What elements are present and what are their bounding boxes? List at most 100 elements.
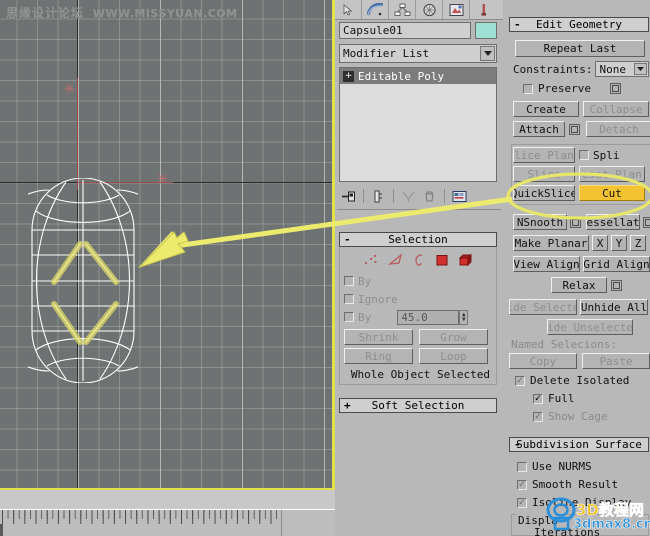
ring-button[interactable]: Ring xyxy=(344,348,413,364)
ignore-backfacing-checkbox[interactable] xyxy=(344,294,354,304)
show-end-result-icon[interactable] xyxy=(369,187,388,205)
show-cage-row: Show Cage xyxy=(533,410,608,423)
shrink-button[interactable]: Shrink xyxy=(344,329,413,345)
material-editor-icon[interactable] xyxy=(416,0,443,19)
capsule-wireframe-object[interactable] xyxy=(28,178,138,383)
preserve-uvs-checkbox[interactable] xyxy=(523,83,533,94)
hide-unselected-button[interactable]: ide Unselecte xyxy=(547,319,633,335)
element-subobject-icon[interactable] xyxy=(458,253,473,270)
object-color-swatch[interactable] xyxy=(475,22,497,39)
by-angle-row[interactable]: By 45.0 ▲ ▼ xyxy=(344,309,492,325)
modifier-list-dropdown[interactable]: Modifier List xyxy=(339,44,497,63)
border-subobject-icon[interactable] xyxy=(413,253,426,270)
detach-button[interactable]: Detach xyxy=(586,121,650,137)
collapse-icon[interactable]: - xyxy=(344,233,351,246)
edge-subobject-icon[interactable] xyxy=(387,252,404,270)
chevron-down-icon[interactable] xyxy=(480,46,495,61)
timeline-ticks-minor xyxy=(2,510,282,519)
by-angle-checkbox[interactable] xyxy=(344,312,354,322)
by-angle-value[interactable]: 45.0 xyxy=(397,309,460,325)
preserve-uvs-settings-icon[interactable] xyxy=(609,83,621,94)
slice-button[interactable]: Slice xyxy=(513,166,575,182)
hide-selected-button[interactable]: ide Selecte xyxy=(509,299,577,315)
modifier-stack[interactable]: + Editable Poly xyxy=(339,67,497,182)
subdivision-surface-rollout-header[interactable]: - Subdivision Surface xyxy=(509,437,649,452)
collapse-button[interactable]: Collapse xyxy=(583,101,649,117)
select-object-icon[interactable] xyxy=(335,0,362,19)
make-planar-y-button[interactable]: Y xyxy=(611,235,627,251)
unhide-all-button[interactable]: Unhide All xyxy=(580,299,648,315)
msmooth-settings-icon[interactable] xyxy=(570,216,581,228)
delete-isolated-label: Delete Isolated xyxy=(530,374,630,387)
shrink-grow-row: Shrink Grow xyxy=(344,329,492,345)
copy-button[interactable]: Copy xyxy=(509,353,577,369)
polygon-subobject-icon[interactable] xyxy=(435,253,449,270)
make-planar-z-button[interactable]: Z xyxy=(630,235,646,251)
make-planar-x-button[interactable]: X xyxy=(592,235,608,251)
spinner-arrows-icon[interactable]: ▲ ▼ xyxy=(459,309,469,325)
selection-rollout-header[interactable]: - Selection xyxy=(339,232,497,247)
slice-plane-button[interactable]: lice Plan xyxy=(513,147,575,163)
vertex-subobject-icon[interactable] xyxy=(363,253,379,270)
perspective-viewport[interactable]: ✳ ✳ 思缘设计论坛 WWW.MISSYUAN.COM xyxy=(0,0,335,490)
timeline-ruler[interactable] xyxy=(0,509,335,536)
expand-icon[interactable]: + xyxy=(344,399,351,412)
configure-modifier-sets-icon[interactable] xyxy=(450,187,469,205)
expand-icon[interactable]: + xyxy=(343,70,354,82)
show-cage-checkbox[interactable] xyxy=(533,411,543,422)
view-align-button[interactable]: View Align xyxy=(513,256,580,272)
relax-row: Relax xyxy=(551,277,622,293)
attach-settings-icon[interactable] xyxy=(569,123,580,135)
watermark-bottom: 3D教程网 3dmax8.cn xyxy=(545,494,650,534)
time-slider-handle[interactable] xyxy=(0,524,6,536)
grow-button[interactable]: Grow xyxy=(419,329,488,345)
ignore-backfacing-checkbox-row[interactable]: Ignore xyxy=(344,292,492,306)
schematic-view-icon[interactable] xyxy=(389,0,416,19)
soft-selection-rollout-title: Soft Selection xyxy=(371,399,465,412)
remove-modifier-icon[interactable] xyxy=(420,187,439,205)
loop-button[interactable]: Loop xyxy=(419,348,488,364)
split-checkbox[interactable] xyxy=(579,150,589,160)
by-vertex-checkbox[interactable] xyxy=(344,276,354,286)
soft-selection-rollout-header[interactable]: + Soft Selection xyxy=(339,398,497,413)
by-vertex-checkbox-row[interactable]: By xyxy=(344,274,492,288)
toolbar-divider xyxy=(393,189,394,203)
paste-button[interactable]: Paste xyxy=(582,353,650,369)
reset-plane-button[interactable]: eset Plan xyxy=(579,166,645,182)
quick-render-icon[interactable] xyxy=(470,0,497,19)
use-nurms-checkbox[interactable] xyxy=(517,461,527,472)
modifier-stack-item-editable-poly[interactable]: + Editable Poly xyxy=(340,68,496,84)
make-planar-button[interactable]: Make Planar xyxy=(513,235,589,251)
panel-divider xyxy=(337,209,501,210)
tessellate-button[interactable]: essellat xyxy=(586,214,640,230)
cut-button[interactable]: Cut xyxy=(579,185,645,201)
quickslice-button[interactable]: QuickSlice xyxy=(513,185,575,201)
edit-geometry-rollout-title: Edit Geometry xyxy=(535,18,623,31)
create-button[interactable]: Create xyxy=(513,101,579,117)
make-unique-icon[interactable] xyxy=(399,187,418,205)
by-angle-label: By xyxy=(358,310,372,324)
collapse-icon[interactable]: - xyxy=(514,18,521,31)
object-name-field[interactable]: Capsule01 xyxy=(339,22,471,39)
smooth-result-checkbox[interactable] xyxy=(517,479,527,490)
render-scene-icon[interactable] xyxy=(443,0,470,19)
delete-isolated-checkbox[interactable] xyxy=(515,375,525,386)
hide-row: ide Selecte Unhide All xyxy=(509,299,648,315)
full-checkbox[interactable] xyxy=(533,393,543,404)
by-angle-spinner[interactable]: 45.0 ▲ ▼ xyxy=(397,309,469,325)
curve-editor-icon[interactable] xyxy=(362,0,389,19)
isoline-display-checkbox[interactable] xyxy=(517,497,527,508)
axis-tripod-right-icon: ✳ xyxy=(156,170,169,188)
pin-stack-icon[interactable] xyxy=(339,187,358,205)
constraints-dropdown[interactable]: None xyxy=(595,61,649,77)
grid-align-button[interactable]: Grid Align xyxy=(583,256,650,272)
collapse-icon[interactable]: - xyxy=(514,438,521,451)
edit-geometry-rollout-header[interactable]: - Edit Geometry xyxy=(509,17,649,32)
tessellate-settings-icon[interactable] xyxy=(643,216,650,228)
relax-settings-icon[interactable] xyxy=(611,279,622,291)
attach-button[interactable]: Attach xyxy=(513,121,565,137)
relax-button[interactable]: Relax xyxy=(551,277,607,293)
msmooth-button[interactable]: NSnooth xyxy=(513,214,567,230)
repeat-last-button[interactable]: Repeat Last xyxy=(515,40,645,57)
chevron-down-icon[interactable] xyxy=(634,63,647,75)
